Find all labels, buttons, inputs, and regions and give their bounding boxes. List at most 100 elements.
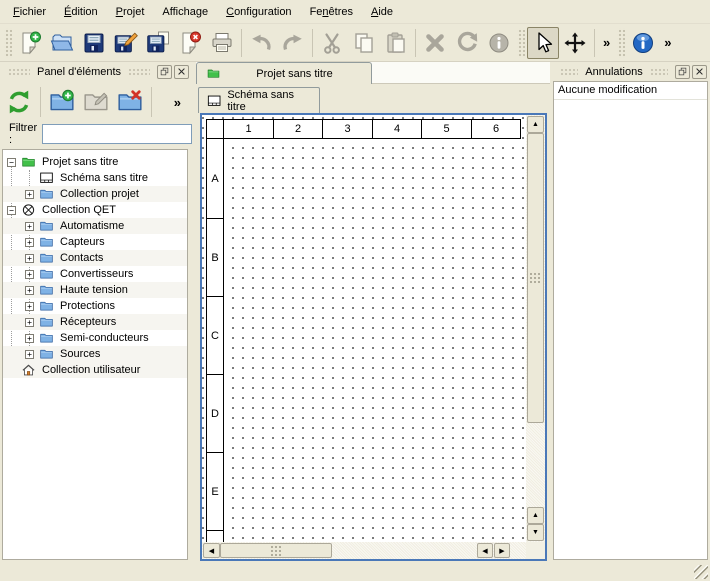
floppy-icon [82, 31, 106, 55]
delete-button[interactable] [419, 27, 451, 59]
new-category-button[interactable] [45, 85, 79, 119]
tree-expander-icon[interactable]: + [25, 270, 34, 279]
scroll-right-button[interactable]: ▶ [494, 543, 510, 558]
save-as-button[interactable] [110, 27, 142, 59]
open-project-button[interactable] [46, 27, 78, 59]
folder-blue-icon [38, 187, 55, 201]
filter-input[interactable] [42, 124, 192, 144]
float-elements-panel-button[interactable] [157, 65, 172, 79]
scroll-up-button-2[interactable]: ▲ [527, 507, 544, 524]
float-icon [160, 67, 169, 76]
tree-item-sch-ma-sans-titre[interactable]: Schéma sans titre [3, 170, 187, 186]
folder-blue-icon [38, 315, 55, 329]
horizontal-scroll-thumb[interactable] [220, 543, 332, 558]
vertical-scroll-thumb[interactable] [527, 133, 544, 423]
tree-expander-icon[interactable]: + [25, 222, 34, 231]
tree-item-label: Schéma sans titre [60, 172, 148, 184]
tree-expander-icon[interactable]: + [25, 302, 34, 311]
toolbar-overflow-2-button[interactable]: » [659, 33, 676, 52]
tree-item-semi-conducteurs[interactable]: +Semi-conducteurs [3, 330, 187, 346]
undo-panel-titlebar[interactable]: Annulations [552, 62, 710, 81]
elements-panel-titlebar[interactable]: Panel d'éléments [0, 62, 192, 81]
tree-item-protections[interactable]: +Protections [3, 298, 187, 314]
undo-button[interactable] [245, 27, 277, 59]
close-icon [177, 67, 186, 76]
tree-expander-icon[interactable]: + [25, 190, 34, 199]
toolbar-separator [312, 29, 313, 57]
toolbar-handle[interactable] [517, 28, 525, 58]
menu-fichier[interactable]: Fichier [4, 3, 55, 21]
scroll-up-button[interactable]: ▲ [527, 116, 544, 133]
about-qet-button[interactable] [627, 27, 659, 59]
tree-item-convertisseurs[interactable]: +Convertisseurs [3, 266, 187, 282]
tree-expander-icon[interactable]: + [25, 350, 34, 359]
tree-expander-icon[interactable]: + [25, 286, 34, 295]
tree-expander-icon[interactable]: − [7, 206, 16, 215]
menu-projet[interactable]: Projet [107, 3, 154, 21]
scroll-down-button[interactable]: ▼ [527, 524, 544, 541]
print-button[interactable] [206, 27, 238, 59]
folder-delete-icon [117, 89, 143, 115]
vertical-scrollbar[interactable]: ▲ ▲ ▼ [526, 115, 545, 542]
horizontal-scrollbar[interactable]: ◀ ◀ ▶ [202, 542, 526, 559]
menu-bar: FichierÉditionProjetAffichageConfigurati… [0, 0, 710, 24]
toolbar-handle[interactable] [617, 28, 625, 58]
float-undo-panel-button[interactable] [675, 65, 690, 79]
panel-overflow-button[interactable]: » [169, 93, 186, 112]
menu-fenetres[interactable]: Fenêtres [301, 3, 362, 21]
cut-button[interactable] [316, 27, 348, 59]
tab-project[interactable]: Projet sans titre [196, 62, 372, 84]
home-icon [20, 363, 37, 377]
close-icon [695, 67, 704, 76]
menu-configuration[interactable]: Configuration [217, 3, 300, 21]
redo-button[interactable] [277, 27, 309, 59]
tree-item-sources[interactable]: +Sources [3, 346, 187, 362]
menu-aide[interactable]: Aide [362, 3, 402, 21]
menu-affichage[interactable]: Affichage [153, 3, 217, 21]
tree-expander-icon[interactable]: + [25, 334, 34, 343]
delete-category-button[interactable] [113, 85, 147, 119]
save-button[interactable] [78, 27, 110, 59]
tree-item-automatisme[interactable]: +Automatisme [3, 218, 187, 234]
copy-button[interactable] [348, 27, 380, 59]
save-all-button[interactable] [142, 27, 174, 59]
tree-expander-icon[interactable]: − [7, 158, 16, 167]
tree-item-collection-qet[interactable]: −Collection QET [3, 202, 187, 218]
scroll-left-button-2[interactable]: ◀ [477, 543, 493, 558]
scroll-left-button[interactable]: ◀ [203, 543, 220, 558]
reload-collections-button[interactable] [2, 85, 36, 119]
delete-x-icon [423, 31, 447, 55]
tree-expander-icon[interactable]: + [25, 254, 34, 263]
schema-icon [38, 171, 55, 185]
tree-item-collection-projet[interactable]: +Collection projet [3, 186, 187, 202]
rotate-button[interactable] [451, 27, 483, 59]
tree-item-haute-tension[interactable]: + Haute tension [3, 282, 187, 298]
edit-category-button[interactable] [79, 85, 113, 119]
tree-item-r-cepteurs[interactable]: +Récepteurs [3, 314, 187, 330]
column-header-1: 1 [223, 119, 274, 139]
close-elements-panel-button[interactable] [174, 65, 189, 79]
scissors-icon [320, 31, 344, 55]
new-project-button[interactable] [14, 27, 46, 59]
tree-item-projet-sans-titre[interactable]: −Projet sans titre [3, 154, 187, 170]
toolbar-overflow-button[interactable]: » [598, 33, 615, 52]
close-project-button[interactable] [174, 27, 206, 59]
resize-grip-icon[interactable] [694, 565, 708, 579]
tree-expander-icon[interactable]: + [25, 318, 34, 327]
floppy-copy-icon [146, 31, 170, 55]
visualisation-mode-button[interactable] [559, 27, 591, 59]
paste-button[interactable] [380, 27, 412, 59]
tree-item-label: Haute tension [60, 284, 128, 296]
tree-item-collection-utilisateur[interactable]: Collection utilisateur [3, 362, 187, 378]
selection-mode-button[interactable] [527, 27, 559, 59]
tab-diagram[interactable]: Schéma sans titre [198, 87, 320, 113]
properties-button[interactable] [483, 27, 515, 59]
tree-item-contacts[interactable]: +Contacts [3, 250, 187, 266]
undo-list-item[interactable]: Aucune modification [554, 82, 707, 100]
toolbar-handle[interactable] [4, 28, 12, 58]
tree-item-capteurs[interactable]: +Capteurs [3, 234, 187, 250]
tree-expander-icon[interactable]: + [25, 238, 34, 247]
close-undo-panel-button[interactable] [692, 65, 707, 79]
diagram-canvas[interactable]: 123456ABCDE [202, 115, 526, 542]
menu-edition[interactable]: Édition [55, 3, 107, 21]
